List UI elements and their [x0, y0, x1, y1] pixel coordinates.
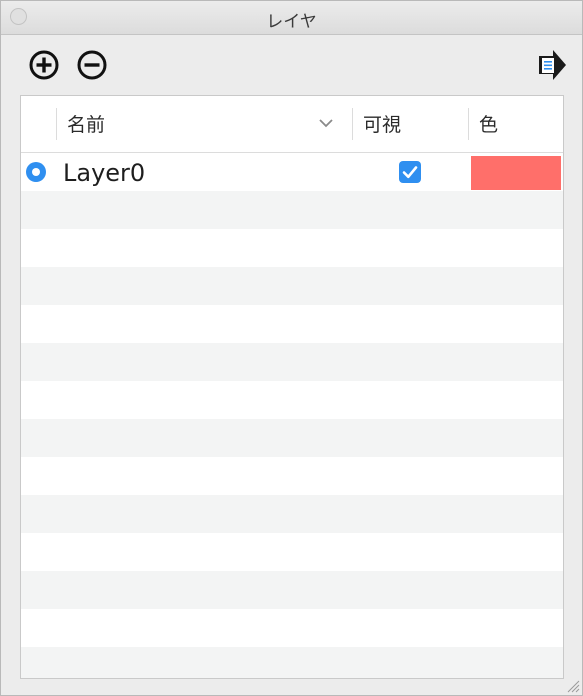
title-bar[interactable]: レイヤ	[1, 1, 582, 35]
empty-row	[21, 343, 563, 381]
column-header-name[interactable]: 名前	[67, 96, 105, 152]
column-header-color[interactable]: 色	[479, 96, 498, 152]
empty-row	[21, 267, 563, 305]
export-arrow-icon[interactable]	[536, 49, 568, 81]
column-divider	[56, 108, 57, 140]
layers-window: レイヤ 名前 可視 色 Layer0	[0, 0, 583, 696]
layer-color-swatch[interactable]	[471, 156, 561, 190]
chevron-down-icon[interactable]	[319, 118, 333, 128]
column-divider[interactable]	[352, 108, 353, 140]
empty-row	[21, 533, 563, 571]
active-layer-radio[interactable]	[26, 162, 46, 182]
visible-checkbox[interactable]	[399, 161, 421, 183]
checkmark-icon	[402, 166, 418, 179]
plus-circle-icon[interactable]	[28, 49, 60, 81]
empty-row	[21, 495, 563, 533]
empty-row	[21, 419, 563, 457]
column-divider[interactable]	[468, 108, 469, 140]
empty-row	[21, 381, 563, 419]
minus-circle-icon[interactable]	[76, 49, 108, 81]
empty-row	[21, 457, 563, 495]
empty-row	[21, 609, 563, 647]
toolbar	[1, 35, 582, 93]
layers-table: 名前 可視 色 Layer0	[20, 95, 564, 679]
empty-row	[21, 191, 563, 229]
table-header: 名前 可視 色	[21, 96, 563, 153]
layer-name[interactable]: Layer0	[63, 157, 145, 189]
column-header-visible[interactable]: 可視	[363, 96, 401, 152]
empty-row	[21, 647, 563, 678]
empty-row	[21, 229, 563, 267]
window-title: レイヤ	[266, 12, 317, 32]
table-row[interactable]: Layer0	[21, 153, 563, 191]
empty-row	[21, 305, 563, 343]
resize-grip-icon[interactable]	[564, 677, 580, 693]
empty-row	[21, 571, 563, 609]
